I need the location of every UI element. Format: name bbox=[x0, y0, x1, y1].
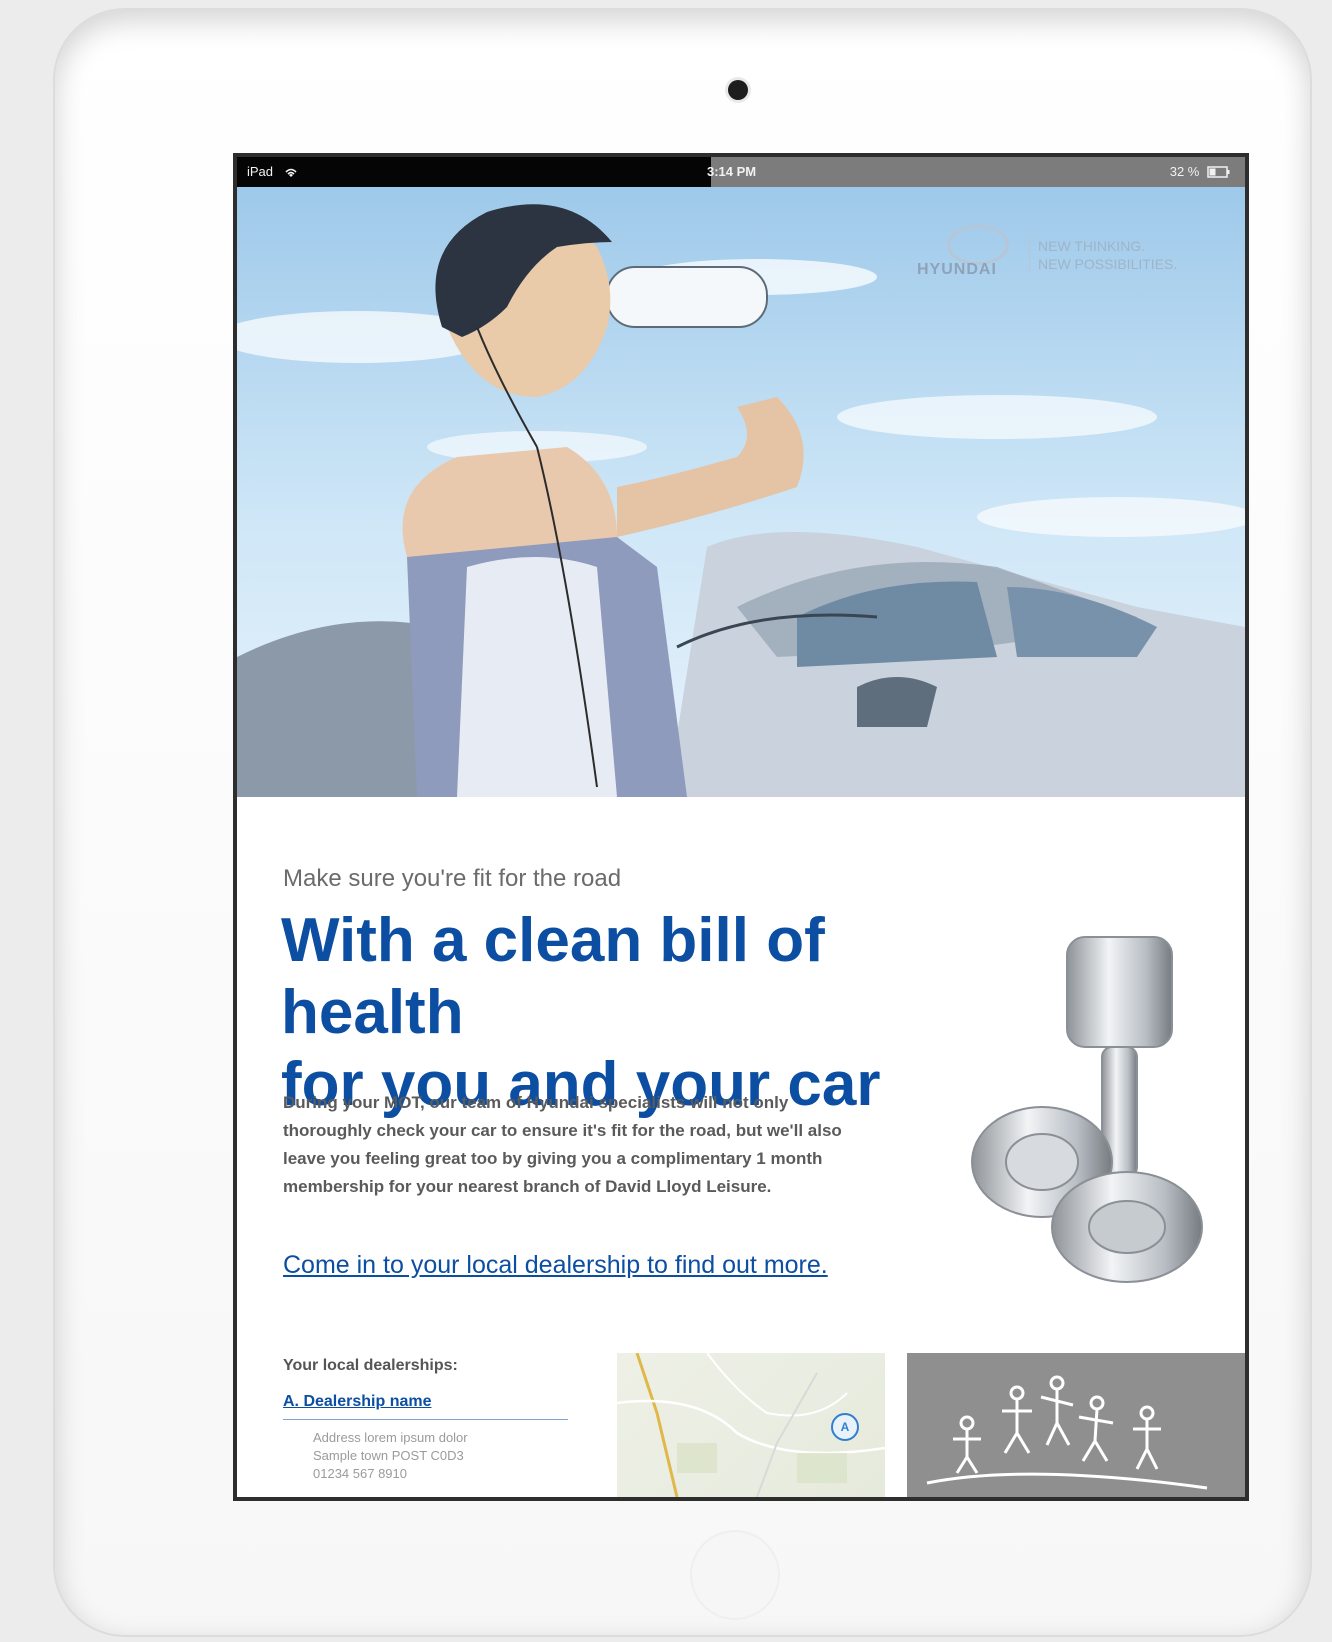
wifi-icon bbox=[277, 164, 299, 179]
device-name: iPad bbox=[247, 164, 274, 179]
body-paragraph: During your MOT, our team of Hyundai spe… bbox=[283, 1093, 842, 1196]
status-right: 32 % bbox=[1170, 164, 1231, 179]
find-out-more-link[interactable]: Come in to your local dealership to find… bbox=[283, 1251, 828, 1280]
content-section: Make sure you're fit for the road With a… bbox=[237, 797, 1245, 1497]
brand-wordmark: HYUNDAI bbox=[917, 261, 997, 278]
hyundai-logo-icon bbox=[947, 225, 1009, 265]
brand-tagline-line-1: NEW THINKING. bbox=[1038, 238, 1146, 254]
dealership-address-line-2: Sample town POST C0D3 bbox=[313, 1448, 464, 1463]
dealership-phone: 01234 567 8910 bbox=[313, 1466, 407, 1481]
headline-line-1: With a clean bill of health bbox=[281, 906, 825, 1047]
home-button-icon[interactable] bbox=[690, 1530, 780, 1620]
ipad-frame: iPad 3:14 PM 32 % HYUNDAI NEW THINKING. … bbox=[55, 10, 1310, 1635]
dealership-name-link[interactable]: A. Dealership name bbox=[283, 1393, 568, 1420]
battery-icon bbox=[1203, 164, 1231, 179]
status-time: 3:14 PM bbox=[707, 164, 757, 179]
dealership-address-line-1: Address lorem ipsum dolor bbox=[313, 1430, 468, 1445]
brand-tagline: NEW THINKING. NEW POSSIBILITIES. bbox=[1029, 237, 1218, 273]
status-bar: iPad 3:14 PM 32 % bbox=[237, 157, 1245, 187]
status-left: iPad bbox=[247, 164, 299, 179]
leisure-club-graphic bbox=[907, 1353, 1245, 1497]
map-marker-a[interactable]: A bbox=[831, 1413, 859, 1441]
camera-icon bbox=[728, 80, 748, 100]
dumbbell-image bbox=[957, 917, 1207, 1287]
dealership-address: Address lorem ipsum dolor Sample town PO… bbox=[313, 1429, 468, 1483]
dealership-map[interactable]: A bbox=[617, 1353, 885, 1497]
hyundai-brand-lockup: HYUNDAI NEW THINKING. NEW POSSIBILITIES. bbox=[917, 225, 1207, 285]
brand-tagline-line-2: NEW POSSIBILITIES. bbox=[1038, 256, 1178, 272]
kicker-text: Make sure you're fit for the road bbox=[283, 865, 622, 892]
hero-illustration: HYUNDAI NEW THINKING. NEW POSSIBILITIES. bbox=[237, 187, 1245, 797]
battery-percent: 32 % bbox=[1169, 164, 1200, 179]
ipad-screen: iPad 3:14 PM 32 % HYUNDAI NEW THINKING. … bbox=[237, 157, 1245, 1497]
dealerships-heading: Your local dealerships: bbox=[283, 1357, 458, 1374]
